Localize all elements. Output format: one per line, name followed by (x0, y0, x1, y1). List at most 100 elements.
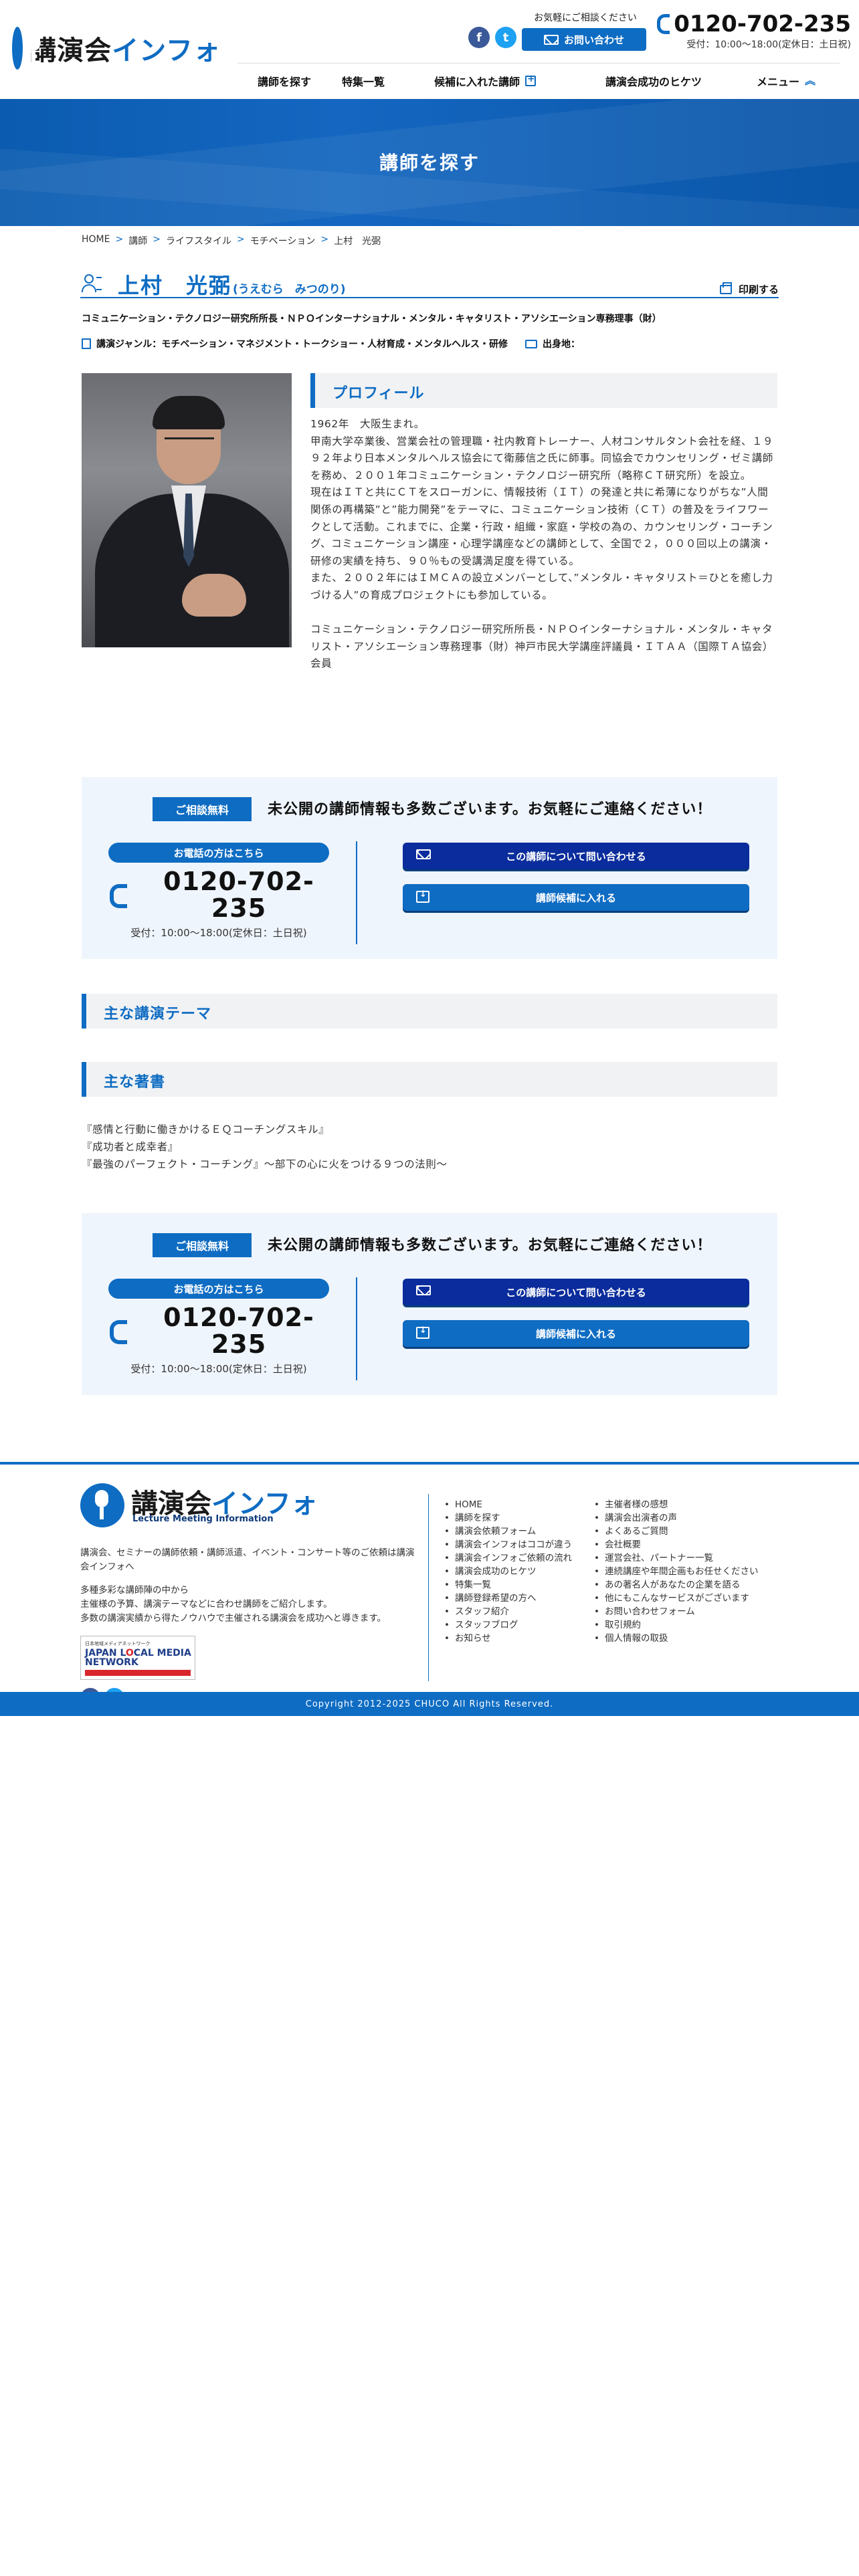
footer-link[interactable]: 講演会インフォご依頼の流れ (444, 1551, 572, 1565)
nav-label: 講師を探す (258, 76, 312, 88)
footer-link[interactable]: 他にもこんなサービスがございます (594, 1592, 758, 1605)
footer-links-left: HOME 講師を探す 講演会依頼フォーム 講演会インフォはココが違う 講演会イン… (444, 1498, 572, 1645)
nav-label: 特集一覧 (342, 76, 385, 88)
nav-candidates[interactable]: 候補に入れた講師 (434, 73, 537, 89)
phone-tag: お電話の方はこちら (108, 843, 329, 863)
genre-text: 講演ジャンル：モチベーション・マネジメント・トークショー・人材育成・メンタルヘル… (96, 339, 508, 350)
jlmn-top-text: 日本地域メディアネットワーク (85, 1641, 151, 1646)
profile-heading: プロフィール (310, 373, 777, 408)
button-label: 講師候補に入れる (535, 891, 616, 904)
footer-link[interactable]: 講演会依頼フォーム (444, 1525, 572, 1538)
button-label: この講師について問い合わせる (506, 1286, 646, 1299)
print-button[interactable]: 印刷する (719, 282, 779, 296)
nav-find-speaker[interactable]: 講師を探す (258, 73, 311, 89)
breadcrumb-motivation[interactable]: モチベーション (250, 234, 316, 247)
themes-heading-text: 主な講演テーマ (104, 1006, 212, 1023)
books-heading: 主な著書 (82, 1062, 777, 1097)
inquire-speaker-button[interactable]: この講師について問い合わせる (403, 1279, 749, 1305)
footer-link[interactable]: 講演会成功のヒケツ (444, 1565, 572, 1578)
add-candidate-button[interactable]: 講師候補に入れる (403, 1320, 749, 1347)
footer-link[interactable]: 特集一覧 (444, 1578, 572, 1592)
book-item: 『感情と行動に働きかけるＥＱコーチングスキル』 (82, 1123, 330, 1136)
themes-heading: 主な講演テーマ (82, 994, 777, 1029)
nav-features[interactable]: 特集一覧 (342, 73, 385, 89)
footer-link[interactable]: お問い合わせフォーム (594, 1605, 758, 1618)
add-candidate-icon (416, 1325, 430, 1339)
id-card-icon (525, 339, 538, 348)
footer-link[interactable]: お知らせ (444, 1632, 572, 1645)
hero-banner: 講師を探す (0, 99, 859, 226)
footer-link[interactable]: 主催者様の感想 (594, 1498, 758, 1511)
inquire-speaker-button[interactable]: この講師について問い合わせる (403, 843, 749, 869)
books-list: 『感情と行動に働きかけるＥＱコーチングスキル』 『成功者と成幸者』 『最強のパー… (82, 1121, 447, 1173)
phone-line: 0120-702- (163, 1303, 314, 1332)
books-heading-text: 主な著書 (104, 1074, 166, 1091)
contact-phone-number[interactable]: 0120-702- 235 (135, 868, 343, 922)
nav-label: 講演会成功のヒケツ (605, 76, 702, 88)
footer-links-right: 主催者様の感想 講演会出演者の声 よくあるご質問 会社概要 運営会社、パートナー… (594, 1498, 759, 1645)
phone-icon (110, 884, 127, 908)
footer-link[interactable]: 講師登録希望の方へ (444, 1592, 572, 1605)
footer-link[interactable]: 講師を探す (444, 1511, 572, 1525)
profile-heading-text: プロフィール (332, 385, 425, 402)
speaker-name-kana: (うえむら みつのり) (233, 283, 346, 296)
contact-phone-number[interactable]: 0120-702- 235 (135, 1304, 343, 1358)
printer-icon (719, 282, 732, 294)
breadcrumb-separator: > (115, 234, 124, 245)
footer-desc-text: 講演会、セミナーの講師依頼・講師派遣、イベント・コンサート等のご依頼は講演会イン… (80, 1547, 415, 1572)
breadcrumb-current: 上村 光弼 (334, 236, 381, 247)
phone-icon (657, 14, 670, 34)
free-consult-badge: ご相談無料 (153, 1233, 252, 1257)
breadcrumb-lifestyle[interactable]: ライフスタイル (166, 234, 231, 247)
footer-link[interactable]: あの著名人があなたの企業を語る (594, 1578, 758, 1592)
free-consult-badge: ご相談無料 (153, 797, 252, 821)
speaker-name: 上村 光弼 (118, 273, 232, 298)
person-icon (82, 274, 102, 294)
profile-text: 1962年 大阪生まれ。 甲南大学卒業後、営業会社の管理職・社内教育トレーナー、… (310, 416, 779, 673)
japan-local-media-network-banner[interactable]: 日本地域メディアネットワーク JAPAN LOCAL MEDIA NETWORK (80, 1636, 195, 1680)
footer-link[interactable]: 個人情報の取扱 (594, 1632, 758, 1645)
nav-success-tips[interactable]: 講演会成功のヒケツ (605, 73, 702, 89)
footer-logo[interactable]: 講演会インフォ Lecture Meeting Information (80, 1482, 318, 1530)
footer-link[interactable]: スタッフブログ (444, 1618, 572, 1632)
divider (356, 1277, 357, 1380)
nav-menu[interactable]: メニュー ︾ (757, 73, 816, 89)
footer-link[interactable]: 会社概要 (594, 1538, 758, 1551)
footer-link[interactable]: HOME (444, 1498, 572, 1511)
footer-link[interactable]: 運営会社、パートナー一覧 (594, 1551, 758, 1565)
phone-line: 235 (211, 1329, 267, 1359)
global-nav: 講師を探す 特集一覧 候補に入れた講師 講演会成功のヒケツ メニュー ︾ (237, 63, 840, 94)
phone-number-text: 0120-702-235 (674, 11, 851, 37)
jlmn-logo-text: JAPAN LOCAL MEDIA NETWORK (85, 1648, 191, 1668)
print-label: 印刷する (738, 284, 779, 296)
add-candidate-button[interactable]: 講師候補に入れる (403, 884, 749, 911)
breadcrumb-separator: > (236, 234, 245, 245)
footer-link[interactable]: スタッフ紹介 (444, 1605, 572, 1618)
footer-link[interactable]: よくあるご質問 (594, 1525, 758, 1538)
header-consult: お気軽にご相談ください お問い合わせ (522, 11, 649, 51)
book-item: 『最強のパーフェクト・コーチング』〜部下の心に火をつける９つの法則〜 (82, 1158, 448, 1170)
contact-button[interactable]: お問い合わせ (522, 28, 646, 51)
breadcrumb-home[interactable]: HOME (82, 234, 110, 247)
header-social: f t (468, 27, 516, 48)
footer-logo-sub: Lecture Meeting Information (132, 1514, 274, 1524)
footer-link[interactable]: 講演会出演者の声 (594, 1511, 758, 1525)
button-label: 講師候補に入れる (535, 1327, 616, 1340)
add-candidate-icon (525, 74, 537, 86)
speaker-name-row: 上村 光弼 (うえむら みつのり) 印刷する (80, 269, 779, 298)
footer-link[interactable]: 取引規約 (594, 1618, 758, 1632)
jlmn-red-bar (85, 1670, 191, 1676)
footer-link[interactable]: 連続講座や年間企画もお任せください (594, 1565, 759, 1578)
profile-paragraph: 1962年 大阪生まれ。 (310, 418, 425, 430)
facebook-icon[interactable]: f (468, 27, 490, 48)
site-header: 講演会インフォ f t お気軽にご相談ください お問い合わせ 0120-702-… (0, 0, 859, 99)
footer-link[interactable]: 講演会インフォはココが違う (444, 1538, 572, 1551)
twitter-icon[interactable]: t (495, 27, 516, 48)
footer-description: 講演会、セミナーの講師依頼・講師派遣、イベント・コンサート等のご依頼は講演会イン… (80, 1546, 421, 1626)
birthplace-label: 出身地： (543, 339, 581, 350)
nav-label: 候補に入れた講師 (434, 76, 520, 88)
breadcrumb-separator: > (320, 234, 329, 245)
breadcrumb-speakers[interactable]: 講師 (128, 234, 147, 247)
header-phone-number[interactable]: 0120-702-235 (657, 11, 851, 37)
site-logo[interactable]: 講演会インフォ (12, 25, 221, 71)
